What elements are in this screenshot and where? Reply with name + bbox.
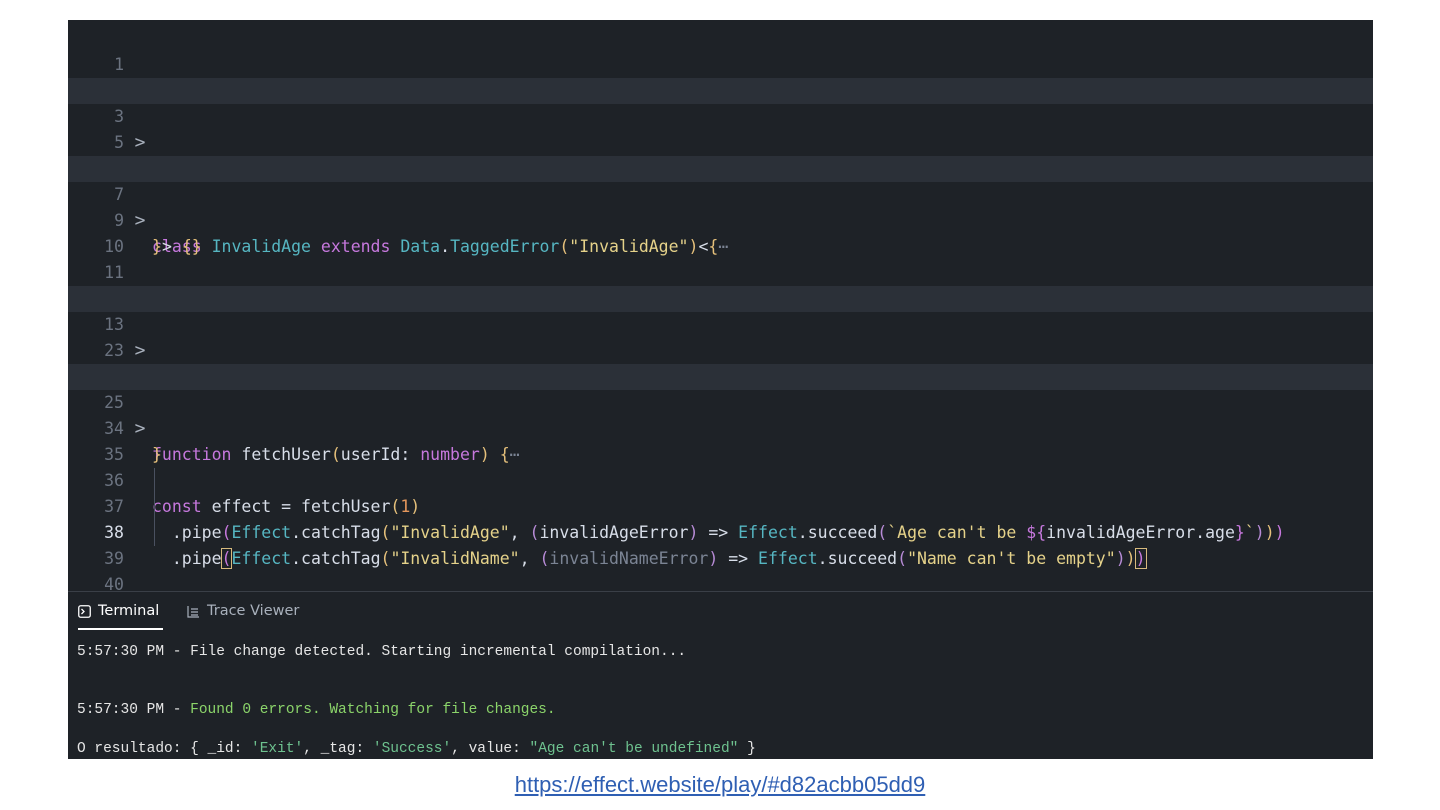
code-line-25: 25 > function fetchUser(userId: number) … <box>68 364 1373 464</box>
output-string: 'Exit' <box>251 741 304 757</box>
playground-link[interactable]: https://effect.website/play/#d82acbb05dd… <box>0 772 1440 798</box>
output-text: , value: <box>451 741 530 757</box>
code-line-37: 37 .pipe(Effect.catchTag("InvalidAge", (… <box>68 468 1373 542</box>
code-line-5: 5 }> {} <box>68 104 1373 178</box>
code-line-2: 2 <box>68 52 1373 100</box>
output-string: "Age can't be undefined" <box>529 741 739 757</box>
terminal-icon <box>78 604 91 618</box>
output-text: O resultado: { _id: <box>77 741 252 757</box>
code-line-38: 38 .pipe(Effect.catchTag("InvalidName", … <box>68 494 1373 569</box>
output-string: 'Success' <box>372 741 452 757</box>
timestamp: 5:57:30 PM - <box>77 702 191 718</box>
output-text: , _tag: <box>303 741 373 757</box>
code-line-1: 1 import { Data, Effect } from "effect" <box>68 26 1373 100</box>
output-text: } <box>738 741 756 757</box>
tab-label: Trace Viewer <box>207 603 300 619</box>
code-editor[interactable]: 1 import { Data, Effect } from "effect" … <box>68 20 1373 591</box>
playground-window: 1 import { Data, Effect } from "effect" … <box>68 20 1373 759</box>
code-line-24: 24 <box>68 338 1373 386</box>
code-line-23: 23 } <box>68 312 1373 386</box>
tab-label: Terminal <box>98 603 160 619</box>
code-line-34: 34 } <box>68 390 1373 464</box>
terminal-message: Found 0 errors. Watching for file change… <box>190 702 556 718</box>
code-line-9: 9 }> {} <box>68 182 1373 256</box>
terminal-line: 5:57:30 PM - File change detected. Start… <box>68 644 1373 660</box>
terminal-line: O resultado: { _id: 'Exit', _tag: 'Succe… <box>68 741 1373 757</box>
terminal-message: File change detected. Starting increment… <box>190 644 687 660</box>
code-line-13: 13 > function validateUser(user: User): … <box>68 286 1373 386</box>
bottom-panel: Terminal Trace Viewer 5:57:30 PM - File … <box>68 591 1373 759</box>
code-line-36: 36 const effect = fetchUser(1) <box>68 442 1373 516</box>
panel-tab-bar: Terminal Trace Viewer <box>68 592 1373 630</box>
code-line-7: 7 > class InvalidAge extends Data.Tagged… <box>68 156 1373 256</box>
code-line-40: 40 Effect.runPromiseExit(effect).then((r… <box>68 546 1373 591</box>
timestamp: 5:57:30 PM - <box>77 644 191 660</box>
tab-trace-viewer[interactable]: Trace Viewer <box>187 592 299 630</box>
tab-terminal[interactable]: Terminal <box>78 592 164 630</box>
code-line-10: 10 <box>68 208 1373 256</box>
code-line-3: 3 > class InvalidName extends Data.Tagge… <box>68 78 1373 178</box>
terminal-line: 5:57:30 PM - Found 0 errors. Watching fo… <box>68 702 1373 718</box>
code-line-6: 6 <box>68 130 1373 178</box>
code-line-11: 11 type User = { name: string; age: numb… <box>68 234 1373 308</box>
line-number: 40 <box>104 575 124 591</box>
code-line-35: 35 <box>68 416 1373 464</box>
code-line-12: 12 <box>68 260 1373 308</box>
indent-guide <box>154 468 155 546</box>
code-line-39: 39 <box>68 520 1373 568</box>
trace-list-icon <box>187 605 199 618</box>
